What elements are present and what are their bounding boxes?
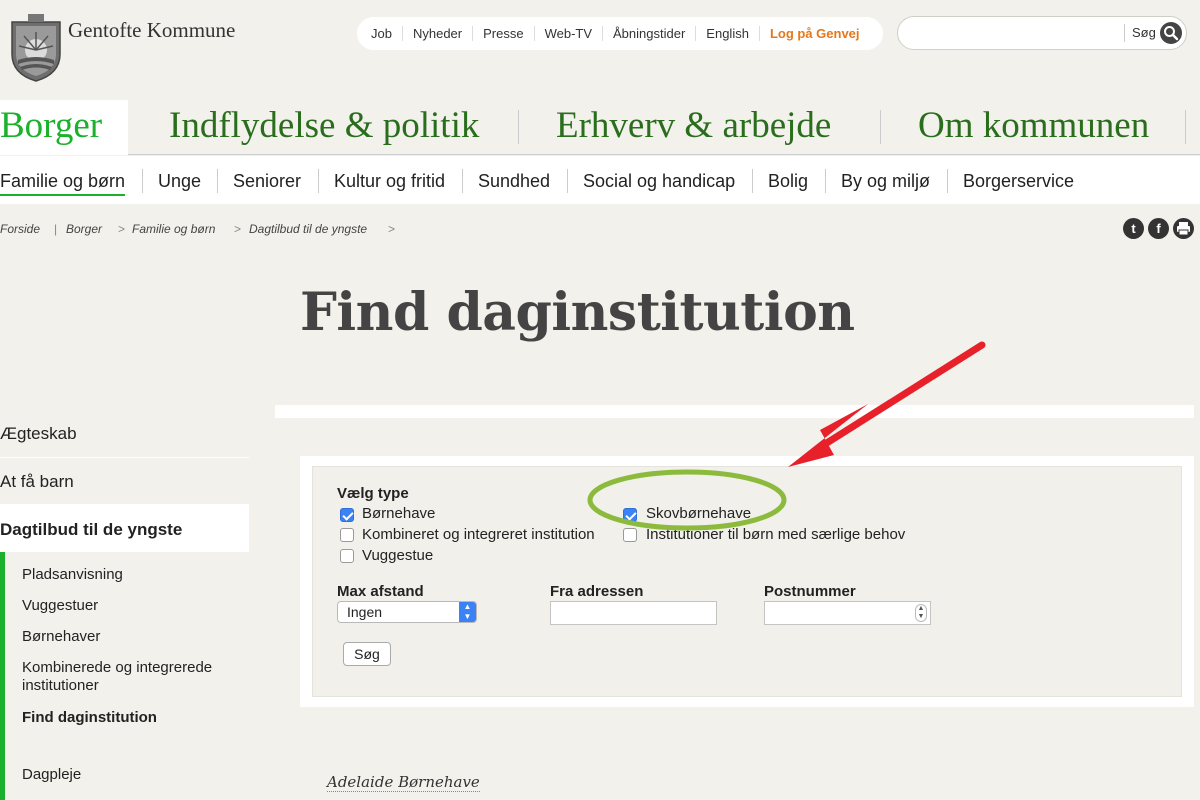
sub-nav-divider [567,169,568,193]
breadcrumb-dagtilbud[interactable]: Dagtilbud til de yngste [249,222,367,236]
type-label: Vælg type [337,485,409,502]
left-submenu-kombinerede[interactable]: Kombinerede og integrerede institutioner [22,659,232,695]
main-nav: Borger Indflydelse & politik Erhverv & a… [0,100,1200,156]
breadcrumb-familie-og-born[interactable]: Familie og børn [132,222,215,236]
left-menu-active-bar [0,552,5,800]
checkbox-label-bornehave: Børnehave [362,505,436,522]
print-icon[interactable] [1173,218,1194,239]
checkbox-kombineret[interactable] [340,528,354,542]
top-link-job[interactable]: Job [361,26,403,41]
sub-nav-social-og-handicap[interactable]: Social og handicap [583,171,735,192]
top-link-web-tv[interactable]: Web-TV [535,26,604,41]
sub-nav-familie-og-born[interactable]: Familie og børn [0,171,126,196]
breadcrumb-separator: > [388,222,396,236]
main-nav-borger[interactable]: Borger [0,104,102,147]
sub-nav-divider [318,169,319,193]
breadcrumb-separator: | [54,222,58,236]
breadcrumb-borger[interactable]: Borger [66,222,102,236]
main-nav-indflydelse-politik[interactable]: Indflydelse & politik [169,104,479,147]
postcode-input[interactable] [764,601,931,625]
main-nav-om-kommunen[interactable]: Om kommunen [918,104,1149,147]
sub-nav-kultur-og-fritid[interactable]: Kultur og fritid [334,171,445,192]
top-link-login-genvej[interactable]: Log på Genvej [760,26,870,41]
left-menu-aegteskab[interactable]: Ægteskab [0,424,77,444]
site-search: Søg [897,16,1187,50]
breadcrumb-forside[interactable]: Forside [0,222,40,236]
sub-nav-sundhed[interactable]: Sundhed [478,171,550,192]
search-icon[interactable] [1160,22,1182,44]
top-link-english[interactable]: English [696,26,760,41]
breadcrumb-separator: > [234,222,242,236]
page-title: Find daginstitution [300,282,855,343]
checkbox-label-kombineret: Kombineret og integreret institution [362,526,595,543]
left-submenu-bornehaver[interactable]: Børnehaver [22,628,100,645]
sub-nav-divider [825,169,826,193]
postcode-stepper-icon[interactable]: ▲ ▼ [915,604,927,622]
postcode-label: Postnummer [764,583,856,600]
sub-nav-divider [217,169,218,193]
checkbox-saerlige-behov[interactable] [623,528,637,542]
checkbox-label-vuggestue: Vuggestue [362,547,434,564]
coat-of-arms-logo[interactable] [10,14,62,82]
sub-nav-bolig[interactable]: Bolig [768,171,808,192]
left-menu-dagtilbud[interactable]: Dagtilbud til de yngste [0,520,182,540]
search-label[interactable]: Søg [1132,25,1156,40]
top-link-abningstider[interactable]: Åbningstider [603,26,697,41]
checkbox-label-skovbornehave: Skovbørnehave [646,505,752,522]
address-input[interactable] [550,601,717,625]
red-arrow [818,341,986,450]
twitter-icon[interactable]: t [1123,218,1144,239]
sub-nav-unge[interactable]: Unge [158,171,201,192]
sub-nav-seniorer[interactable]: Seniorer [233,171,301,192]
top-link-presse[interactable]: Presse [473,26,535,41]
checkbox-vuggestue[interactable] [340,549,354,563]
sub-nav-divider [947,169,948,193]
sub-nav-divider [142,169,143,193]
search-divider [1124,24,1125,42]
sub-nav-divider [462,169,463,193]
distance-select[interactable]: Ingen [337,601,477,623]
result-item[interactable]: Adelaide Børnehave [327,773,480,792]
main-nav-divider [1185,110,1186,144]
top-links-bar: Job Nyheder Presse Web-TV Åbningstider E… [357,17,883,50]
left-submenu-pladsanvisning[interactable]: Pladsanvisning [22,566,123,583]
breadcrumb-separator: > [118,222,126,236]
content-divider [275,405,1194,418]
main-nav-erhverv-arbejde[interactable]: Erhverv & arbejde [556,104,831,147]
select-arrows-icon[interactable]: ▲ ▼ [459,602,476,622]
sub-nav-divider [752,169,753,193]
main-nav-divider [880,110,881,144]
left-menu-divider [0,457,249,458]
address-label: Fra adressen [550,583,644,600]
left-menu-at-fa-barn[interactable]: At få barn [0,472,74,492]
brand-name[interactable]: Gentofte Kommune [68,18,235,43]
search-form [312,466,1182,697]
sub-nav-by-og-miljo[interactable]: By og miljø [841,171,930,192]
checkbox-label-saerlige-behov: Institutioner til børn med særlige behov [646,526,906,543]
top-link-nyheder[interactable]: Nyheder [403,26,474,41]
left-submenu-find-daginstitution[interactable]: Find daginstitution [22,709,157,726]
checkbox-bornehave[interactable] [340,508,354,522]
search-submit-button[interactable]: Søg [343,642,391,666]
distance-label: Max afstand [337,583,424,600]
search-input[interactable] [912,24,1116,44]
left-submenu-vuggestuer[interactable]: Vuggestuer [22,597,98,614]
checkbox-skovbornehave[interactable] [623,508,637,522]
main-nav-divider [518,110,519,144]
left-submenu-dagpleje[interactable]: Dagpleje [22,766,81,783]
facebook-icon[interactable]: f [1148,218,1169,239]
sub-nav-borgerservice[interactable]: Borgerservice [963,171,1074,192]
